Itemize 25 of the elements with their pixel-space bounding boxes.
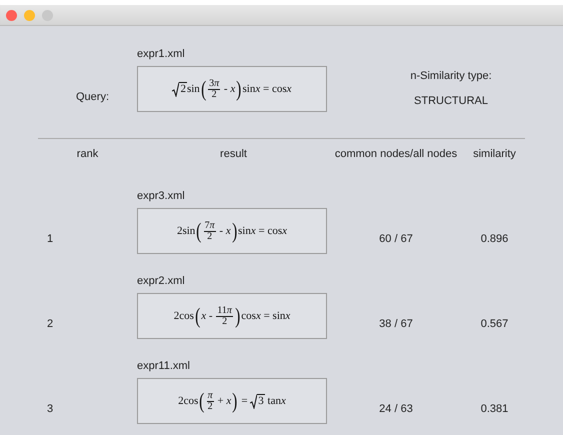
nodes-cell-text: 60 / 67	[378, 233, 414, 247]
query-label: Query:	[75, 90, 110, 103]
file-name: expr11.xml	[137, 360, 191, 372]
rank-cell-text: 2	[46, 318, 54, 332]
similarity-type-label: n-Similarity type:	[410, 70, 492, 82]
similarity-cell-text: 0.896	[480, 233, 510, 247]
file-name: expr3.xml	[137, 190, 186, 202]
radical-sign-icon	[172, 82, 180, 96]
column-header: similarity	[472, 147, 517, 162]
window-control-icon[interactable]	[42, 10, 53, 20]
window-control-icon[interactable]	[24, 10, 35, 20]
column-header: common nodes/all nodes	[334, 147, 458, 162]
nodes-cell-text: 24 / 63	[378, 403, 414, 417]
column-header: result	[219, 147, 248, 162]
similarity-cell-text: 0.381	[480, 403, 510, 417]
nodes-cell-text: 38 / 67	[378, 318, 414, 332]
file-name: expr2.xml	[137, 275, 186, 287]
rank-cell-text: 1	[46, 233, 54, 247]
rank-cell-text: 3	[46, 403, 54, 417]
file-name: expr1.xml	[137, 48, 186, 60]
radical-sign-icon	[250, 394, 258, 408]
column-header: rank	[76, 147, 100, 162]
window-control-icon[interactable]	[6, 10, 17, 20]
similarity-type-value: STRUCTURAL	[414, 95, 488, 107]
similarity-cell-text: 0.567	[480, 318, 510, 332]
